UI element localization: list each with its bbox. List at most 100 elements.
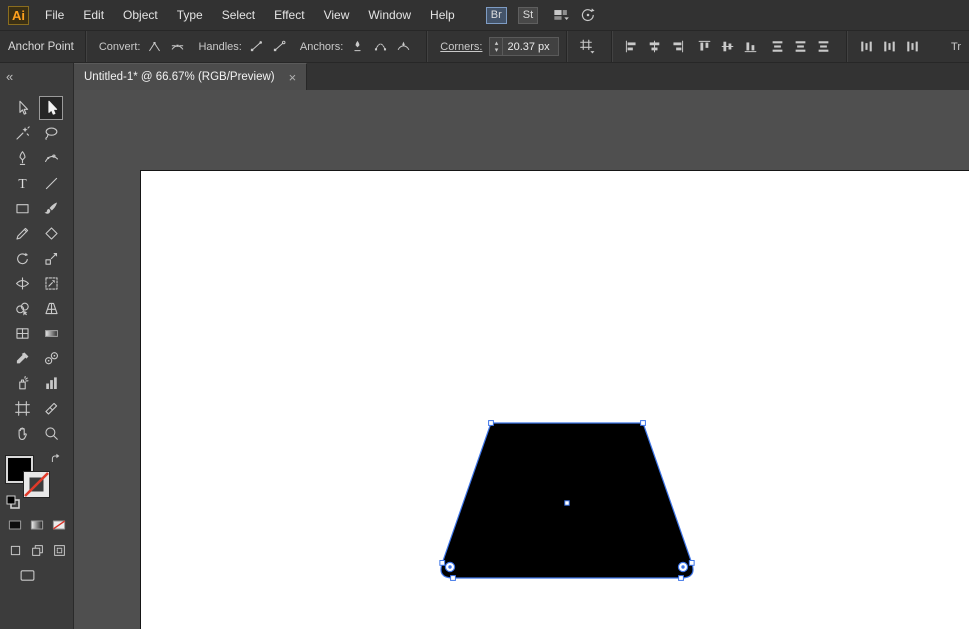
width-tool[interactable] bbox=[10, 271, 34, 295]
pen-tool[interactable] bbox=[10, 146, 34, 170]
handles-hide-button[interactable] bbox=[270, 38, 289, 55]
stroke-color-swatch[interactable] bbox=[23, 471, 50, 498]
hand-tool[interactable] bbox=[10, 421, 34, 445]
paintbrush-tool[interactable] bbox=[39, 196, 63, 220]
menu-edit[interactable]: Edit bbox=[83, 8, 104, 22]
swap-fill-stroke-icon[interactable] bbox=[50, 453, 62, 465]
menu-view[interactable]: View bbox=[324, 8, 350, 22]
perspective-grid-tool[interactable] bbox=[39, 296, 63, 320]
canvas-area[interactable] bbox=[74, 90, 969, 629]
fill-stroke-widget bbox=[6, 453, 68, 509]
anchor-point[interactable] bbox=[679, 576, 684, 581]
illustrator-logo: Ai bbox=[8, 6, 29, 25]
draw-behind-button[interactable] bbox=[27, 541, 47, 559]
align-center-h-button[interactable] bbox=[645, 38, 664, 55]
corner-widget[interactable] bbox=[445, 562, 454, 571]
symbol-sprayer-tool[interactable] bbox=[10, 371, 34, 395]
menu-select[interactable]: Select bbox=[222, 8, 255, 22]
menu-items: File Edit Object Type Select Effect View Window… bbox=[45, 8, 474, 22]
menu-file[interactable]: File bbox=[45, 8, 64, 22]
draw-inside-button[interactable] bbox=[49, 541, 69, 559]
convert-smooth-button[interactable] bbox=[168, 38, 187, 55]
remove-anchor-button[interactable] bbox=[348, 38, 367, 55]
remove-anchor-icon bbox=[350, 39, 365, 54]
distribute-top-icon bbox=[770, 39, 785, 54]
artboard-options-button[interactable] bbox=[577, 37, 598, 56]
tab-close-icon[interactable]: × bbox=[289, 71, 297, 84]
align-bottom-button[interactable] bbox=[741, 38, 760, 55]
selection-tool[interactable] bbox=[10, 96, 34, 120]
center-point[interactable] bbox=[565, 501, 569, 505]
rectangle-tool[interactable] bbox=[10, 196, 34, 220]
menu-help[interactable]: Help bbox=[430, 8, 455, 22]
rotate-tool[interactable] bbox=[10, 246, 34, 270]
distribute-right-button[interactable] bbox=[903, 38, 922, 55]
free-transform-tool[interactable] bbox=[39, 271, 63, 295]
corners-value-input[interactable]: 20.37 px bbox=[503, 37, 559, 56]
align-right-button[interactable] bbox=[668, 38, 687, 55]
stepper-up-icon[interactable]: ▴ bbox=[495, 40, 499, 47]
eyedropper-tool[interactable] bbox=[10, 346, 34, 370]
draw-normal-button[interactable] bbox=[5, 541, 25, 559]
corners-stepper[interactable]: ▴ ▾ bbox=[489, 37, 503, 56]
distribute-left-button[interactable] bbox=[857, 38, 876, 55]
sync-settings-button[interactable] bbox=[577, 5, 599, 25]
type-tool[interactable]: T bbox=[10, 171, 34, 195]
blend-tool[interactable] bbox=[39, 346, 63, 370]
workspace-switcher-icon bbox=[553, 6, 571, 24]
document-tab[interactable]: Untitled-1* @ 66.67% (RGB/Preview) × bbox=[74, 63, 307, 90]
anchor-point[interactable] bbox=[489, 421, 494, 426]
menu-object[interactable]: Object bbox=[123, 8, 158, 22]
anchor-point[interactable] bbox=[440, 560, 445, 565]
distribute-hcenter-button[interactable] bbox=[880, 38, 899, 55]
distribute-vcenter-button[interactable] bbox=[791, 38, 810, 55]
anchor-point[interactable] bbox=[641, 421, 646, 426]
convert-corner-button[interactable] bbox=[145, 38, 164, 55]
default-fill-stroke-icon[interactable] bbox=[6, 495, 20, 509]
anchor-point[interactable] bbox=[451, 576, 456, 581]
bridge-button[interactable]: Br bbox=[486, 7, 507, 24]
connect-endpoints-button[interactable] bbox=[371, 38, 390, 55]
menu-effect[interactable]: Effect bbox=[274, 8, 304, 22]
stock-button[interactable]: St bbox=[518, 7, 538, 24]
anchor-point[interactable] bbox=[689, 560, 694, 565]
hand-icon bbox=[14, 425, 31, 442]
distribute-top-button[interactable] bbox=[768, 38, 787, 55]
curvature-tool[interactable] bbox=[39, 146, 63, 170]
gradient-tool[interactable] bbox=[39, 321, 63, 345]
corners-label[interactable]: Corners: bbox=[440, 41, 482, 53]
eraser-tool[interactable] bbox=[39, 221, 63, 245]
workspace-switcher-button[interactable] bbox=[551, 5, 573, 25]
menu-type[interactable]: Type bbox=[177, 8, 203, 22]
align-middle-v-icon bbox=[720, 39, 735, 54]
lasso-tool[interactable] bbox=[39, 121, 63, 145]
color-mode-button[interactable] bbox=[5, 516, 25, 534]
panel-collapse-icon[interactable]: « bbox=[6, 69, 13, 84]
document-tab-title: Untitled-1* @ 66.67% (RGB/Preview) bbox=[84, 71, 275, 83]
column-graph-tool[interactable] bbox=[39, 371, 63, 395]
convert-buttons bbox=[143, 38, 189, 55]
zoom-tool[interactable] bbox=[39, 421, 63, 445]
none-mode-button[interactable] bbox=[49, 516, 69, 534]
align-left-button[interactable] bbox=[622, 38, 641, 55]
distribute-left-icon bbox=[859, 39, 874, 54]
line-segment-tool[interactable] bbox=[39, 171, 63, 195]
shaper-tool[interactable] bbox=[10, 221, 34, 245]
align-middle-v-button[interactable] bbox=[718, 38, 737, 55]
screen-mode-button[interactable] bbox=[17, 566, 37, 584]
gradient-mode-button[interactable] bbox=[27, 516, 47, 534]
shape-builder-tool[interactable] bbox=[10, 296, 34, 320]
distribute-bottom-button[interactable] bbox=[814, 38, 833, 55]
mesh-tool[interactable] bbox=[10, 321, 34, 345]
scale-tool[interactable] bbox=[39, 246, 63, 270]
handles-show-button[interactable] bbox=[247, 38, 266, 55]
corner-widget[interactable] bbox=[678, 562, 687, 571]
slice-tool[interactable] bbox=[39, 396, 63, 420]
align-top-button[interactable] bbox=[695, 38, 714, 55]
stepper-down-icon[interactable]: ▾ bbox=[495, 47, 499, 54]
smooth-anchor-button[interactable] bbox=[394, 38, 413, 55]
magic-wand-tool[interactable] bbox=[10, 121, 34, 145]
artboard-tool[interactable] bbox=[10, 396, 34, 420]
direct-selection-tool[interactable] bbox=[39, 96, 63, 120]
menu-window[interactable]: Window bbox=[368, 8, 411, 22]
